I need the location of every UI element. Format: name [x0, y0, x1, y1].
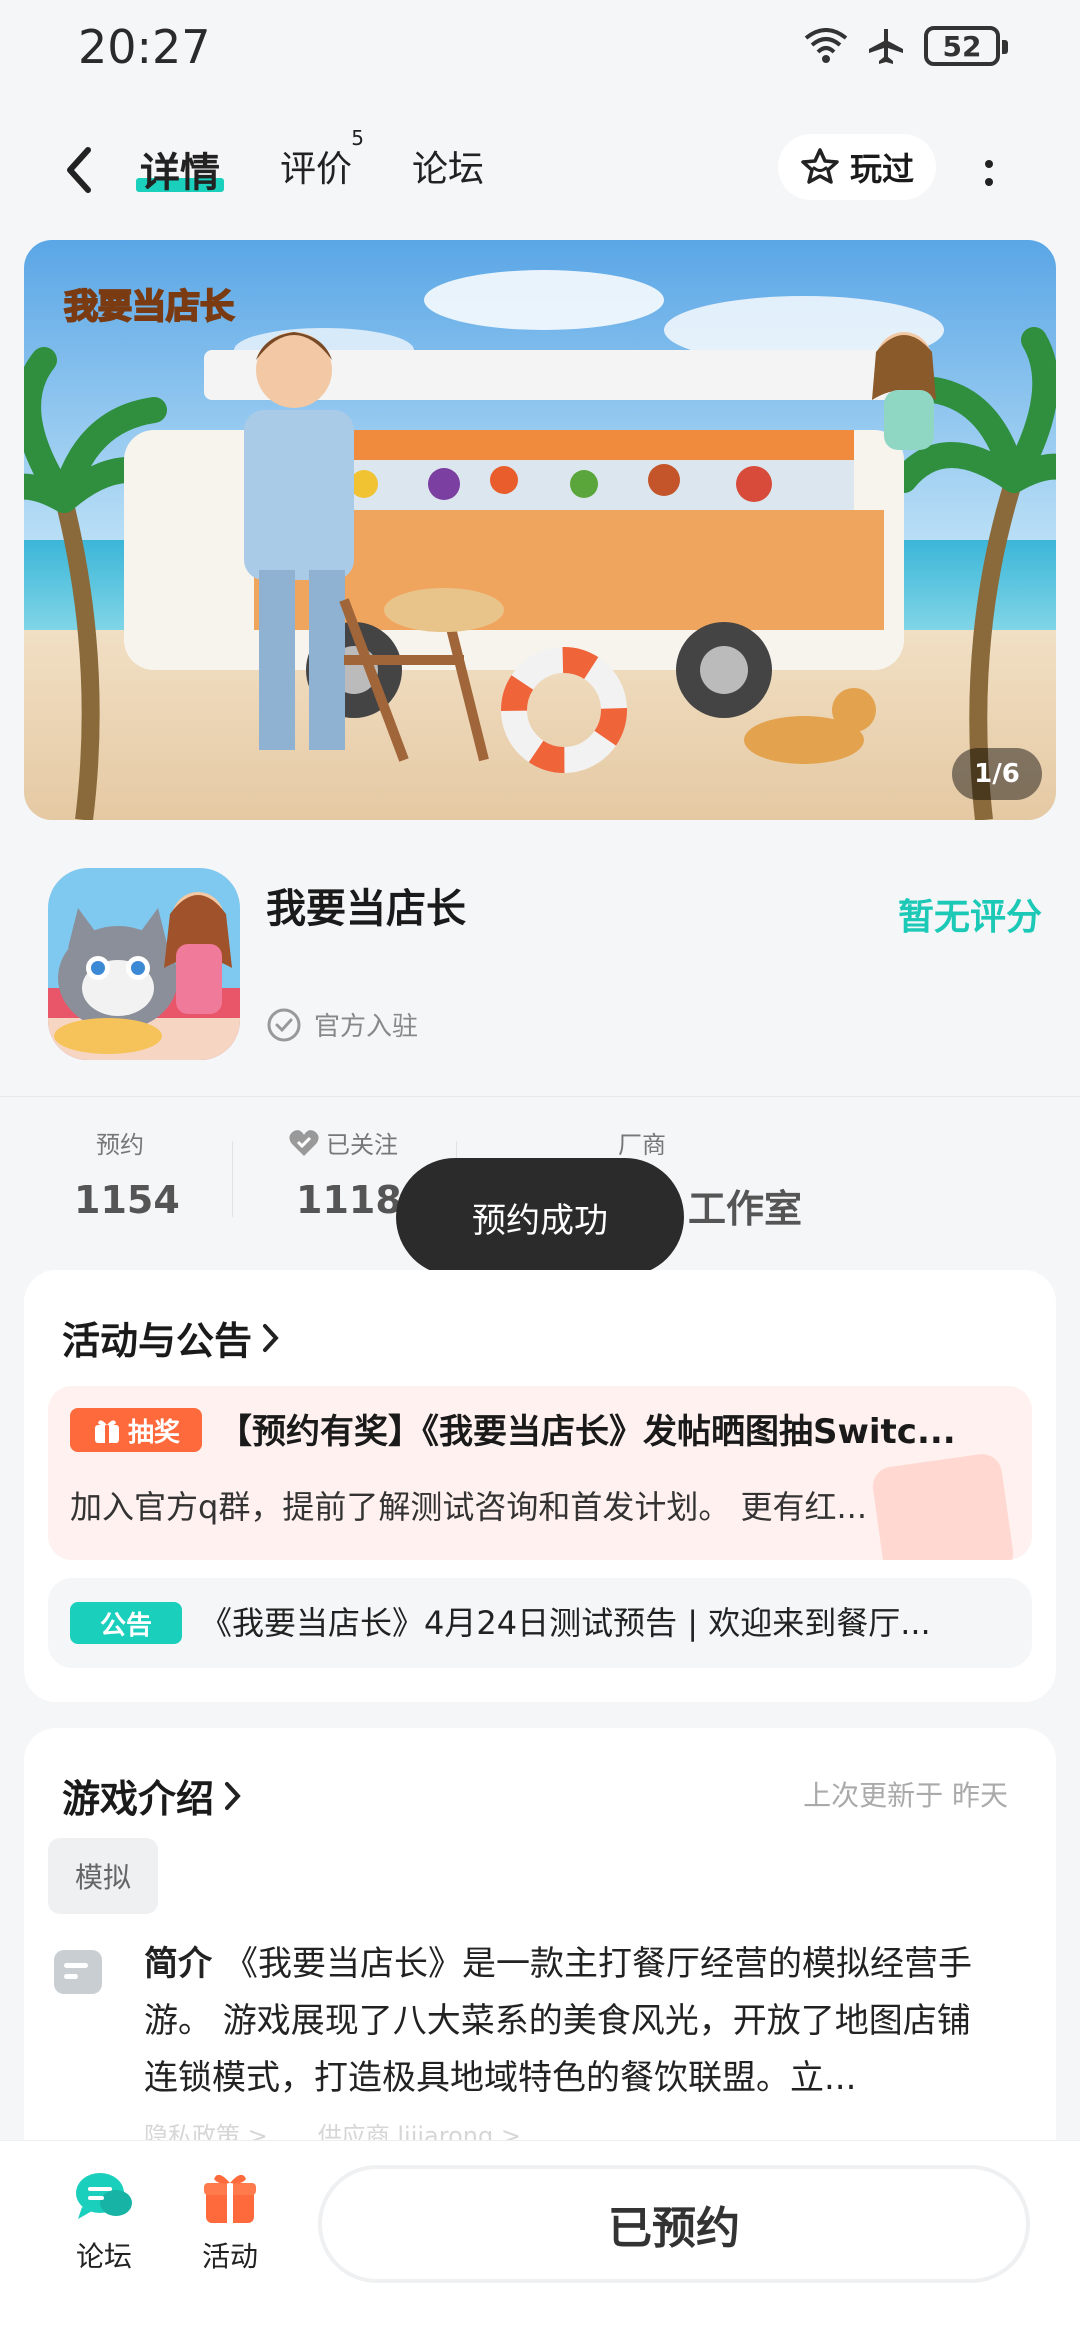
star-icon	[801, 148, 839, 184]
bottom-action-bar: 论坛 活动 已预约	[0, 2140, 1080, 2340]
app-icon-image	[48, 868, 240, 1060]
activity-card: 活动与公告 抽奖 【预约有奖】《我要当店长》发帖晒图抽Switc... 加入官方…	[24, 1270, 1056, 1702]
stat-divider	[232, 1141, 233, 1217]
check-circle-icon	[267, 1008, 301, 1041]
wifi-icon	[804, 28, 848, 63]
app-icon	[48, 868, 240, 1060]
review-count-badge: 5	[351, 126, 365, 150]
status-icons: 52	[804, 26, 1008, 66]
banner-page-counter: 1/6	[952, 748, 1042, 800]
chevron-right-icon	[263, 1323, 279, 1352]
stat-followers[interactable]: 已关注 1118	[288, 1125, 402, 1222]
lottery-activity-item[interactable]: 抽奖 【预约有奖】《我要当店长》发帖晒图抽Switc... 加入官方q群，提前了…	[48, 1386, 1032, 1560]
top-nav: 详情 评价 5 论坛 玩过	[0, 120, 1080, 220]
banner-logo-text: 我要当店长	[64, 287, 234, 327]
game-header: 我要当店长 暂无评分 官方入驻	[0, 860, 1080, 1060]
intro-section-title[interactable]: 游戏介绍	[62, 1768, 244, 1823]
back-icon[interactable]	[56, 142, 106, 198]
stat-reservations: 预约 1154	[74, 1131, 180, 1222]
notice-title: 《我要当店长》4月24日测试预告 | 欢迎来到餐厅...	[200, 1604, 931, 1642]
toast-message: 预约成功	[396, 1158, 684, 1276]
gift-icon	[204, 2174, 256, 2223]
bottom-forum-button[interactable]: 论坛	[72, 2167, 136, 2275]
chevron-right-icon	[225, 1781, 241, 1810]
update-time: 上次更新于 昨天	[803, 1779, 1008, 1812]
lottery-tag: 抽奖	[70, 1408, 202, 1452]
official-badge: 官方入驻	[266, 1006, 418, 1043]
notice-tag: 公告	[70, 1602, 182, 1644]
heart-icon	[289, 1129, 319, 1156]
played-button[interactable]: 玩过	[778, 134, 936, 200]
game-title: 我要当店长	[266, 886, 466, 932]
battery-icon: 52	[924, 26, 1008, 66]
rating-status: 暂无评分	[897, 897, 1042, 938]
more-icon[interactable]	[974, 148, 1004, 198]
notice-item[interactable]: 公告 《我要当店长》4月24日测试预告 | 欢迎来到餐厅...	[48, 1578, 1032, 1668]
lottery-title: 【预约有奖】《我要当店长》发帖晒图抽Switc...	[218, 1412, 956, 1452]
reserved-button[interactable]: 已预约	[318, 2165, 1030, 2283]
gift-icon	[94, 1420, 119, 1443]
forum-icon	[76, 2173, 132, 2219]
summary-icon	[54, 1950, 102, 1994]
airplane-icon	[869, 29, 903, 64]
activity-section-title[interactable]: 活动与公告	[62, 1310, 282, 1365]
status-bar: 20:27 52	[0, 0, 1080, 100]
game-summary[interactable]: 简介 《我要当店长》是一款主打餐厅经营的模拟经营手游。 游戏展现了八大菜系的美食风…	[144, 1936, 1004, 2107]
tab-detail[interactable]: 详情	[136, 140, 224, 198]
banner-image: 我要当店长	[24, 240, 1056, 820]
banner-carousel[interactable]: 我要当店长 1/6	[24, 240, 1056, 820]
genre-tag[interactable]: 模拟	[48, 1838, 158, 1914]
status-time: 20:27	[78, 20, 211, 74]
lottery-description: 加入官方q群，提前了解测试咨询和首发计划。 更有红...	[70, 1488, 868, 1526]
bottom-activity-button[interactable]: 活动	[200, 2167, 260, 2275]
tab-forum[interactable]: 论坛	[412, 140, 484, 192]
tab-review[interactable]: 评价 5	[280, 126, 364, 192]
